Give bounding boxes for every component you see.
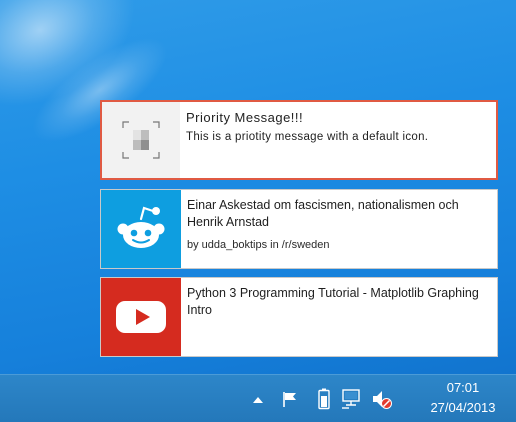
show-hidden-icons-chevron[interactable] bbox=[249, 389, 267, 409]
toast-notification-priority[interactable]: Priority Message!!! This is a priotity m… bbox=[100, 100, 498, 180]
speaker-muted-icon[interactable] bbox=[370, 387, 394, 411]
toast-text: This is a priotity message with a defaul… bbox=[186, 131, 429, 143]
toast-title: Priority Message!!! bbox=[186, 110, 304, 125]
clock-date: 27/04/2013 bbox=[430, 400, 496, 415]
taskbar: 07:01 27/04/2013 bbox=[0, 374, 516, 422]
toast-title: Python 3 Programming Tutorial - Matplotl… bbox=[187, 286, 479, 317]
toast-notification-reddit[interactable]: Einar Askestad om fascismen, nationalism… bbox=[100, 189, 498, 269]
clock-time: 07:01 bbox=[446, 380, 480, 395]
toast-subtitle: by udda_boktips in /r/sweden bbox=[187, 239, 330, 251]
battery-icon[interactable] bbox=[315, 387, 333, 411]
reddit-alien-icon bbox=[101, 190, 181, 268]
taskbar-clock[interactable]: 07:01 27/04/2013 bbox=[410, 375, 516, 422]
default-app-icon bbox=[102, 102, 180, 178]
toast-notification-youtube[interactable]: Python 3 Programming Tutorial - Matplotl… bbox=[100, 277, 498, 357]
action-center-flag-icon[interactable] bbox=[279, 387, 301, 411]
toast-title: Einar Askestad om fascismen, nationalism… bbox=[187, 198, 459, 229]
network-icon[interactable] bbox=[340, 387, 364, 411]
youtube-play-icon bbox=[101, 278, 181, 356]
